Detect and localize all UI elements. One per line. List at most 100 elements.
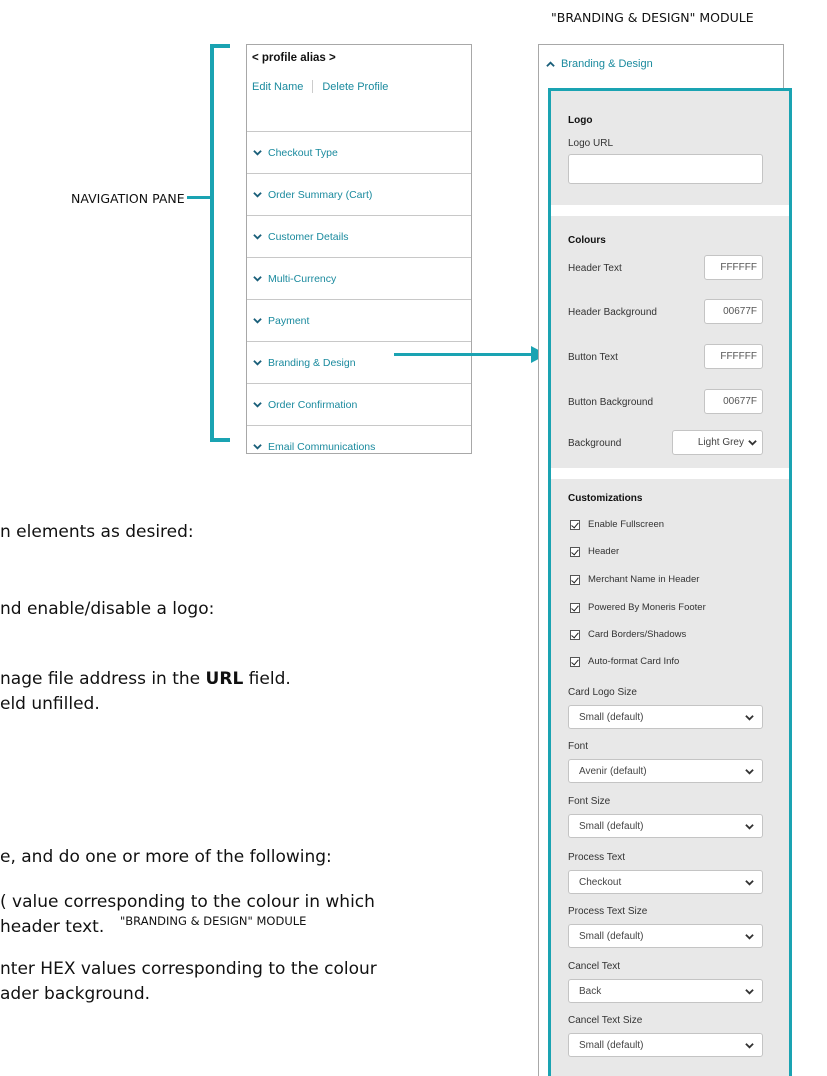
checkbox-auto-format[interactable]: Auto-format Card Info [570,656,679,667]
cancel-text-select[interactable]: Back [568,979,763,1003]
nav-item-email-communications[interactable]: Email Communications [247,425,471,453]
checkbox-label: Merchant Name in Header [588,574,700,585]
doc-line: e, and do one or more of the following: [0,847,332,867]
checkbox-merchant-name[interactable]: Merchant Name in Header [570,574,699,585]
chevron-up-icon [546,60,555,67]
link-divider [312,80,314,93]
select-value: Back [579,985,602,997]
doc-text: nage file address in the [0,669,206,689]
logo-url-input[interactable] [568,154,763,184]
button-background-hex-input[interactable]: 00677F [704,389,763,414]
nav-item-order-confirmation[interactable]: Order Confirmation [247,383,471,425]
nav-item-branding-design[interactable]: Branding & Design [247,341,471,383]
nav-item-label: Payment [268,314,310,327]
button-text-hex-input[interactable]: FFFFFF [704,344,763,369]
nav-item-multi-currency[interactable]: Multi-Currency [247,257,471,299]
nav-bracket-bottom [210,438,230,442]
chevron-down-icon [745,823,754,830]
chevron-down-icon [253,192,262,198]
checkbox-enable-fullscreen[interactable]: Enable Fullscreen [570,519,664,530]
process-text-size-select[interactable]: Small (default) [568,924,763,948]
process-text-size-label: Process Text Size [568,906,648,917]
chevron-down-icon [253,360,262,366]
font-label: Font [568,741,589,752]
chevron-down-icon [748,440,757,446]
module-caption: "BRANDING & DESIGN" MODULE [551,10,754,25]
chevron-down-icon [745,933,754,940]
nav-item-customer-details[interactable]: Customer Details [247,215,471,257]
doc-line: ( value corresponding to the colour in w… [0,892,375,912]
edit-name-link[interactable]: Edit Name [252,81,303,93]
process-text-label: Process Text [568,852,626,863]
header-background-hex-input[interactable]: 00677F [704,299,763,324]
cancel-text-label: Cancel Text [568,961,621,972]
nav-item-order-summary[interactable]: Order Summary (Cart) [247,173,471,215]
chevron-down-icon [745,879,754,886]
chevron-down-icon [253,234,262,240]
font-size-select[interactable]: Small (default) [568,814,763,838]
chevron-down-icon [253,318,262,324]
chevron-down-icon [253,276,262,282]
module-header[interactable]: Branding & Design [546,58,653,70]
background-select[interactable]: Light Grey [672,430,763,455]
doc-line: n elements as desired: [0,522,194,542]
checkbox-label: Powered By Moneris Footer [588,602,706,613]
checkbox-label: Card Borders/Shadows [588,629,687,640]
font-select[interactable]: Avenir (default) [568,759,763,783]
nav-item-label: Email Communications [268,440,376,453]
navigation-pane-caption: NAVIGATION PANE [71,191,185,206]
select-value: Small (default) [579,711,644,723]
doc-line: ader background. [0,984,151,1004]
doc-line: nd enable/disable a logo: [0,599,215,619]
button-background-label: Button Background [568,397,654,408]
card-logo-size-select[interactable]: Small (default) [568,705,763,729]
select-value: Avenir (default) [579,765,647,777]
checkbox-header[interactable]: Header [570,546,619,557]
header-text-hex-input[interactable]: FFFFFF [704,255,763,280]
section-divider [551,468,789,479]
process-text-select[interactable]: Checkout [568,870,763,894]
checkbox-card-borders[interactable]: Card Borders/Shadows [570,629,686,640]
checkbox-label: Enable Fullscreen [588,519,665,530]
background-label: Background [568,438,622,449]
checkbox-powered-by-footer[interactable]: Powered By Moneris Footer [570,602,706,613]
button-text-label: Button Text [568,352,618,363]
checkbox-label: Auto-format Card Info [588,656,680,667]
header-text-label: Header Text [568,263,622,274]
customizations-section-title: Customizations [568,493,643,504]
checkbox-checked-icon [570,519,580,530]
nav-item-checkout-type[interactable]: Checkout Type [247,131,471,173]
section-divider [551,205,789,216]
module-header-label: Branding & Design [561,58,653,70]
select-value: Small (default) [579,820,644,832]
cancel-text-size-select[interactable]: Small (default) [568,1033,763,1057]
doc-line: eld unfilled. [0,694,100,714]
header-background-label: Header Background [568,307,657,318]
select-value: Small (default) [579,1039,644,1051]
chevron-down-icon [745,714,754,721]
nav-bracket-pointer [187,196,212,199]
nav-item-label: Multi-Currency [268,272,337,285]
font-size-label: Font Size [568,796,611,807]
navigation-pane: < profile alias > Edit Name Delete Profi… [246,44,472,454]
chevron-down-icon [745,768,754,775]
colours-section-title: Colours [568,235,606,246]
arrow-line [394,353,534,356]
nav-bracket-vertical [210,44,214,442]
doc-line: header text. [0,917,105,937]
nav-item-label: Order Summary (Cart) [268,188,373,201]
delete-profile-link[interactable]: Delete Profile [322,81,388,93]
nav-item-label: Branding & Design [268,356,356,369]
background-select-value: Light Grey [697,437,744,448]
logo-url-label: Logo URL [568,138,614,149]
nav-item-payment[interactable]: Payment [247,299,471,341]
profile-alias: < profile alias > [252,52,336,64]
nav-bracket-top [210,44,230,48]
checkbox-checked-icon [570,574,580,585]
chevron-down-icon [745,1042,754,1049]
checkbox-checked-icon [570,629,580,640]
cancel-text-size-label: Cancel Text Size [568,1015,643,1026]
nav-item-label: Customer Details [268,230,349,243]
nav-item-label: Checkout Type [268,146,338,159]
doc-text-bold: URL [205,669,244,689]
